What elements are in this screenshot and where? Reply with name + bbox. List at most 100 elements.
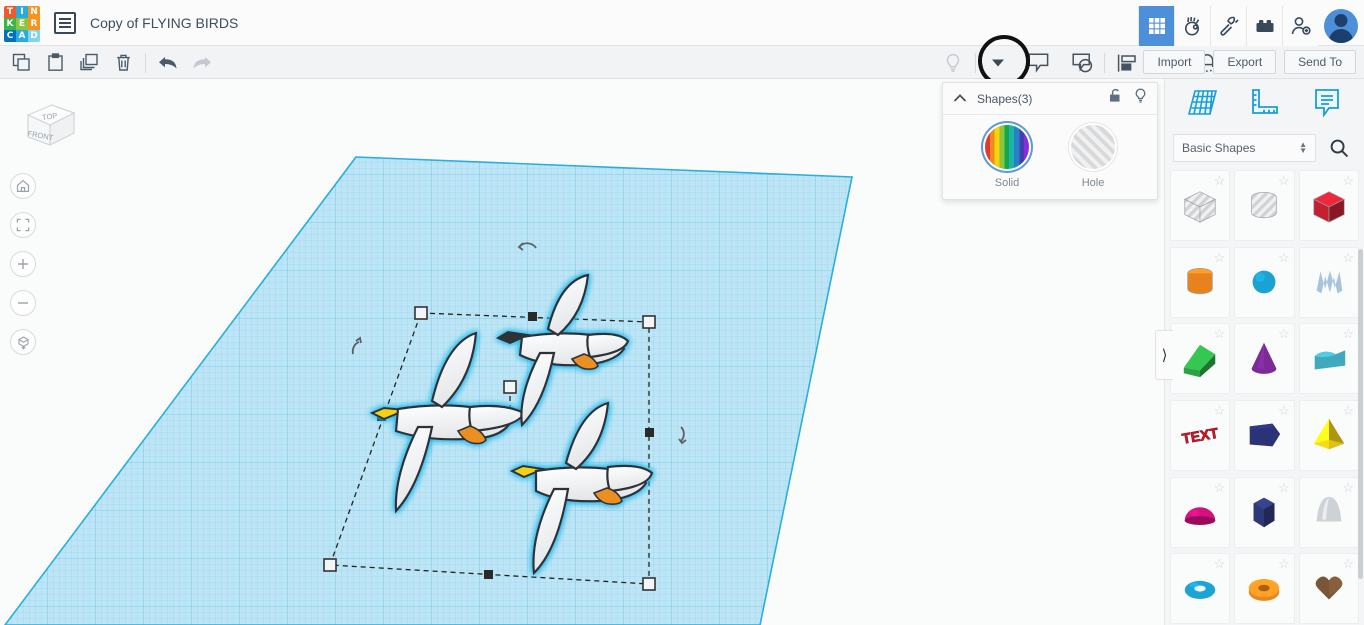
shape-item-box-red[interactable]: ☆ xyxy=(1298,170,1359,241)
list-menu-icon[interactable] xyxy=(54,11,76,34)
shape-item-wedge-green[interactable]: ☆ xyxy=(1170,323,1231,395)
home-icon[interactable] xyxy=(10,173,36,199)
top-right-icons xyxy=(1138,6,1364,46)
ruler-icon[interactable] xyxy=(1247,87,1281,124)
favorite-star-icon[interactable]: ☆ xyxy=(1214,250,1226,266)
shape-item-sphere-blue[interactable]: ☆ xyxy=(1234,246,1295,318)
lightbulb-icon[interactable] xyxy=(936,48,970,78)
favorite-star-icon[interactable]: ☆ xyxy=(1278,326,1290,342)
shape-item-cylinder-orange[interactable]: ☆ xyxy=(1170,246,1231,318)
minus-icon[interactable] xyxy=(10,290,36,316)
favorite-star-icon[interactable]: ☆ xyxy=(1342,403,1354,419)
edit-toolbar: Import Export Send To xyxy=(0,46,1364,79)
invite-person-icon[interactable] xyxy=(1282,6,1318,46)
shape-item-heart-brown[interactable]: ☆ xyxy=(1298,553,1359,625)
logo-letter: I xyxy=(16,5,28,18)
hole-pattern[interactable] xyxy=(1071,125,1115,169)
shapes-panel-title: Shapes(3) xyxy=(977,91,1033,106)
workplane-icon[interactable] xyxy=(1185,87,1219,124)
favorite-star-icon[interactable]: ☆ xyxy=(1278,250,1290,266)
send-to-button[interactable]: Send To xyxy=(1284,50,1356,74)
favorite-star-icon[interactable]: ☆ xyxy=(1342,173,1354,189)
caret-down-icon[interactable] xyxy=(981,48,1015,78)
logo-letter: C xyxy=(4,29,16,42)
solid-label: Solid xyxy=(994,177,1020,189)
shape-item-paraboloid-white[interactable]: ☆ xyxy=(1298,476,1359,548)
export-button[interactable]: Export xyxy=(1213,50,1277,74)
shape-item-scribble-lightblue[interactable]: ☆ xyxy=(1298,246,1359,318)
search-icon[interactable] xyxy=(1322,134,1356,162)
favorite-star-icon[interactable]: ☆ xyxy=(1278,480,1290,496)
favorite-star-icon[interactable]: ☆ xyxy=(1214,403,1226,419)
shape-item-cone-purple[interactable]: ☆ xyxy=(1234,323,1295,395)
hole-label: Hole xyxy=(1081,177,1105,189)
lightbulb-icon[interactable] xyxy=(1134,88,1147,109)
panel-collapse-tab[interactable]: ⟩ xyxy=(1155,330,1173,380)
shape-item-tube-orange[interactable]: ☆ xyxy=(1234,553,1295,625)
favorite-star-icon[interactable]: ☆ xyxy=(1342,326,1354,342)
favorite-star-icon[interactable]: ☆ xyxy=(1278,403,1290,419)
shape-library-panel: Basic Shapes ▲ ▼ ☆ ☆ ☆ ☆ ☆ ☆ ☆ ☆ ☆ ☆ TEX… xyxy=(1164,79,1364,625)
logo-letter: E xyxy=(16,17,28,30)
shapes-panel-header: Shapes(3) xyxy=(943,83,1157,115)
duplicate-button[interactable] xyxy=(72,48,106,78)
shape-item-pyramid-yellow[interactable]: ☆ xyxy=(1298,399,1359,471)
hole-swatch[interactable]: Hole xyxy=(1071,125,1115,189)
undo-button[interactable] xyxy=(151,48,185,78)
avatar[interactable] xyxy=(1318,6,1364,46)
svg-text:TEXT: TEXT xyxy=(1181,426,1220,448)
favorite-star-icon[interactable]: ☆ xyxy=(1342,556,1354,572)
fit-to-view-icon[interactable] xyxy=(10,212,36,238)
shape-item-roof-teal[interactable]: ☆ xyxy=(1298,323,1359,395)
paste-button[interactable] xyxy=(38,48,72,78)
shape-item-box-hole[interactable]: ☆ xyxy=(1170,170,1231,241)
shape-item-torus-blue[interactable]: ☆ xyxy=(1170,553,1231,625)
copy-button[interactable] xyxy=(4,48,38,78)
shape-item-polygon-navy[interactable]: ☆ xyxy=(1234,399,1295,471)
align-icon[interactable] xyxy=(1110,48,1144,78)
favorite-star-icon[interactable]: ☆ xyxy=(1342,250,1354,266)
notes-icon[interactable] xyxy=(1310,87,1344,124)
cube-perspective-icon[interactable] xyxy=(10,329,36,355)
trash-icon[interactable] xyxy=(106,48,140,78)
favorite-star-icon[interactable]: ☆ xyxy=(1278,173,1290,189)
plus-icon[interactable] xyxy=(10,251,36,277)
solid-color-wheel[interactable] xyxy=(985,125,1029,169)
favorite-star-icon[interactable]: ☆ xyxy=(1278,556,1290,572)
solid-swatch[interactable]: Solid xyxy=(985,125,1029,189)
tinkercad-editor: TINKERCAD Copy of FLYING BIRDS Import Ex… xyxy=(0,0,1364,625)
favorite-star-icon[interactable]: ☆ xyxy=(1214,480,1226,496)
logo-letter: T xyxy=(4,5,16,18)
shape-item-cylinder-hole[interactable]: ☆ xyxy=(1234,170,1295,241)
view-nav-buttons xyxy=(10,173,36,355)
codeblocks-icon[interactable] xyxy=(1174,6,1210,46)
favorite-star-icon[interactable]: ☆ xyxy=(1214,173,1226,189)
redo-button[interactable] xyxy=(185,48,219,78)
favorite-star-icon[interactable]: ☆ xyxy=(1214,326,1226,342)
shape-category-select[interactable]: Basic Shapes ▲ ▼ xyxy=(1173,134,1316,162)
blocks-grid-icon[interactable] xyxy=(1138,6,1174,46)
shapes-properties-panel: Shapes(3) Solid Hole xyxy=(942,82,1158,200)
logo-letter: D xyxy=(28,29,40,42)
tinkercad-logo[interactable]: TINKERCAD xyxy=(4,5,40,42)
top-bar: TINKERCAD Copy of FLYING BIRDS xyxy=(0,0,1364,46)
import-button[interactable]: Import xyxy=(1143,50,1206,74)
logo-letter: N xyxy=(28,5,40,18)
brick-icon[interactable] xyxy=(1246,6,1282,46)
group-shapes-icon[interactable] xyxy=(1021,48,1055,78)
hammer-tool-icon[interactable] xyxy=(1210,6,1246,46)
ungroup-shapes-icon[interactable] xyxy=(1065,48,1099,78)
chevron-up-icon[interactable] xyxy=(953,90,967,108)
shape-item-hexprism-navy[interactable]: ☆ xyxy=(1234,476,1295,548)
unlock-icon[interactable] xyxy=(1108,88,1122,109)
shape-category-value: Basic Shapes xyxy=(1182,141,1256,155)
shape-item-text-red[interactable]: ☆ TEXT xyxy=(1170,399,1231,471)
view-cube[interactable]: TOP FRONT xyxy=(14,93,76,155)
favorite-star-icon[interactable]: ☆ xyxy=(1342,480,1354,496)
logo-letter: K xyxy=(4,17,16,30)
shape-library-grid[interactable]: ☆ ☆ ☆ ☆ ☆ ☆ ☆ ☆ ☆ ☆ TEXT ☆ ☆ ☆ ☆ ☆ ☆ ☆ ☆ xyxy=(1165,170,1364,625)
shape-item-halfsphere-magenta[interactable]: ☆ xyxy=(1170,476,1231,548)
favorite-star-icon[interactable]: ☆ xyxy=(1214,556,1226,572)
logo-letter: R xyxy=(28,17,40,30)
shape-library-scrollbar[interactable] xyxy=(1358,249,1363,579)
